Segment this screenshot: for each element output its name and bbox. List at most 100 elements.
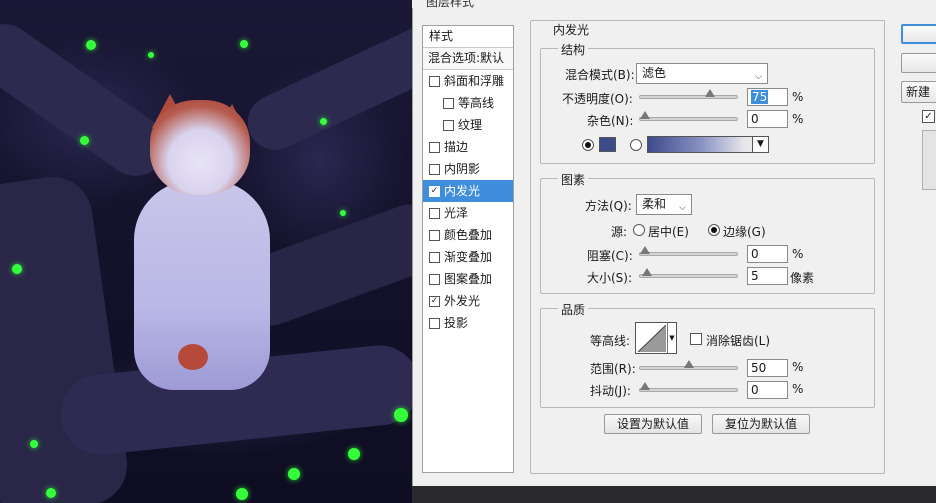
source-label: 源: xyxy=(611,225,628,239)
blending-options-item[interactable]: 混合选项:默认 xyxy=(423,48,513,70)
style-item[interactable]: 光泽 xyxy=(423,202,513,224)
glow-color-swatch[interactable] xyxy=(599,137,616,152)
size-label: 大小(S): xyxy=(587,271,633,285)
contour-picker[interactable]: ▼ xyxy=(635,322,677,354)
style-item[interactable]: 描边 xyxy=(423,136,513,158)
choke-slider[interactable] xyxy=(639,246,738,256)
opacity-slider-thumb[interactable] xyxy=(705,89,716,97)
range-value: 50 xyxy=(751,361,767,375)
glow-dot xyxy=(30,440,38,448)
range-slider[interactable] xyxy=(639,360,738,370)
cat-paw xyxy=(178,344,208,370)
noise-slider-thumb[interactable] xyxy=(640,111,650,119)
new-style-label: 新建 xyxy=(906,85,931,99)
glow-dot xyxy=(288,468,300,480)
styles-header[interactable]: 样式 xyxy=(423,26,513,48)
choke-input[interactable]: 0 xyxy=(747,245,788,263)
style-checkbox[interactable] xyxy=(429,75,440,87)
opacity-input[interactable]: 75 xyxy=(747,88,788,106)
jitter-percent: % xyxy=(792,382,804,396)
style-checkbox[interactable] xyxy=(443,119,454,131)
style-item[interactable]: ✓ 内发光 xyxy=(423,180,513,202)
glow-dot xyxy=(394,408,408,422)
style-checkbox[interactable] xyxy=(429,141,440,153)
glow-gradient-picker[interactable]: ▼ xyxy=(647,136,769,153)
source-center-radio[interactable] xyxy=(633,224,645,236)
anti-alias-checkbox[interactable] xyxy=(690,333,702,345)
style-item-label: 投影 xyxy=(444,316,469,330)
style-item[interactable]: 渐变叠加 xyxy=(423,246,513,268)
style-item[interactable]: ✓ 外发光 xyxy=(423,290,513,312)
style-checkbox[interactable] xyxy=(429,163,440,175)
inner-glow-title: 内发光 xyxy=(550,21,593,38)
chevron-down-icon[interactable]: ▼ xyxy=(667,323,676,353)
style-checkbox[interactable] xyxy=(429,317,440,329)
opacity-value: 75 xyxy=(751,90,769,104)
glow-dot xyxy=(348,448,360,460)
style-item[interactable]: 等高线 xyxy=(423,92,513,114)
glow-dot xyxy=(236,488,248,500)
size-slider[interactable] xyxy=(639,268,738,278)
choke-slider-thumb[interactable] xyxy=(640,246,650,254)
style-item[interactable]: 图案叠加 xyxy=(423,268,513,290)
style-item-label: 光泽 xyxy=(444,206,469,220)
technique-label: 方法(Q): xyxy=(585,199,632,213)
choke-value: 0 xyxy=(751,247,759,261)
structure-title: 结构 xyxy=(558,41,589,58)
cancel-button[interactable] xyxy=(901,53,936,73)
glow-dot xyxy=(320,118,327,125)
preview-checkbox[interactable]: ✓ xyxy=(922,110,935,123)
style-item[interactable]: 颜色叠加 xyxy=(423,224,513,246)
style-item[interactable]: 内阴影 xyxy=(423,158,513,180)
blend-mode-select[interactable]: 滤色 ⌵ xyxy=(636,63,768,84)
jitter-slider[interactable] xyxy=(639,382,738,392)
source-edge-radio[interactable] xyxy=(708,224,720,236)
range-slider-thumb[interactable] xyxy=(683,360,694,368)
glow-dot xyxy=(46,488,56,498)
opacity-percent: % xyxy=(792,90,804,104)
reset-default-button[interactable]: 复位为默认值 xyxy=(712,414,810,434)
blend-mode-value: 滤色 xyxy=(642,66,667,80)
noise-slider[interactable] xyxy=(639,111,738,121)
size-input[interactable]: 5 xyxy=(747,267,788,285)
size-slider-thumb[interactable] xyxy=(641,268,652,276)
cat-head xyxy=(150,100,250,195)
style-items-list: 斜面和浮雕等高线纹理 描边内阴影 ✓ 内发光光泽颜色叠加渐变叠加图案叠加 ✓ 外发光投影 xyxy=(423,70,513,334)
chevron-down-icon[interactable]: ▼ xyxy=(752,137,768,152)
technique-select[interactable]: 柔和 ⌵ xyxy=(636,194,692,215)
make-default-button[interactable]: 设置为默认值 xyxy=(604,414,702,434)
gradient-radio[interactable] xyxy=(630,139,642,151)
jitter-label: 抖动(J): xyxy=(590,384,631,398)
style-item[interactable]: 斜面和浮雕 xyxy=(423,70,513,92)
style-checkbox[interactable] xyxy=(429,251,440,263)
size-value: 5 xyxy=(751,269,759,283)
style-item[interactable]: 投影 xyxy=(423,312,513,334)
jitter-slider-thumb[interactable] xyxy=(640,382,650,390)
noise-percent: % xyxy=(792,112,804,126)
new-style-button[interactable]: 新建 xyxy=(901,81,936,103)
style-checkbox[interactable]: ✓ xyxy=(429,185,440,197)
glow-dot xyxy=(148,52,154,58)
style-checkbox[interactable] xyxy=(443,97,454,109)
glow-dot xyxy=(80,136,89,145)
style-item-label: 渐变叠加 xyxy=(444,250,493,264)
style-item-label: 内发光 xyxy=(444,184,481,198)
opacity-slider[interactable] xyxy=(639,89,738,99)
solid-color-radio[interactable] xyxy=(582,139,594,151)
style-checkbox[interactable] xyxy=(429,229,440,241)
style-item[interactable]: 纹理 xyxy=(423,114,513,136)
glow-dot xyxy=(240,40,248,48)
noise-input[interactable]: 0 xyxy=(747,110,788,128)
jitter-value: 0 xyxy=(751,383,759,397)
range-label: 范围(R): xyxy=(590,362,636,376)
ok-button[interactable] xyxy=(901,24,936,44)
jitter-input[interactable]: 0 xyxy=(747,381,788,399)
chevron-down-icon: ⌵ xyxy=(679,203,686,213)
style-item-label: 等高线 xyxy=(458,96,495,110)
style-checkbox[interactable] xyxy=(429,273,440,285)
range-input[interactable]: 50 xyxy=(747,359,788,377)
style-item-label: 内阴影 xyxy=(444,162,481,176)
style-checkbox[interactable] xyxy=(429,207,440,219)
glow-dot xyxy=(86,40,96,50)
style-checkbox[interactable]: ✓ xyxy=(429,295,440,307)
